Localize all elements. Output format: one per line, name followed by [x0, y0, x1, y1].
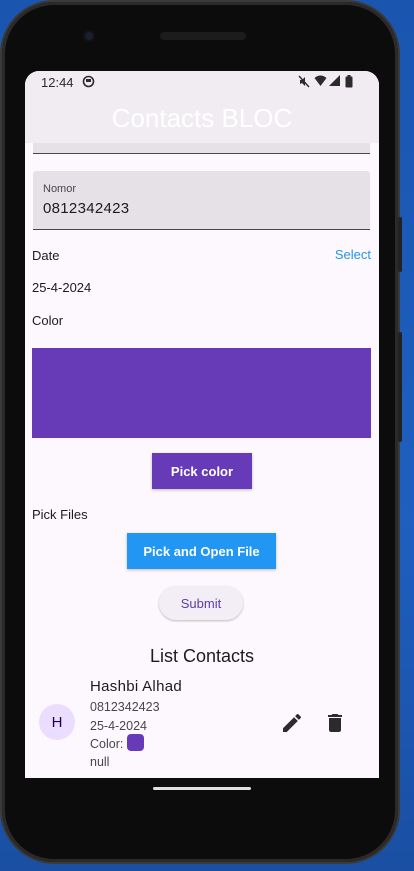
contact-nomor: 0812342423: [90, 700, 160, 714]
status-time: 12:44: [41, 75, 74, 90]
submit-button-label: Submit: [180, 595, 222, 611]
volume-button: [398, 332, 402, 442]
contact-file: null: [90, 755, 110, 769]
pick-color-button-label: Pick color: [170, 463, 234, 479]
contact-name: Hashbi Alhad: [90, 678, 182, 695]
gesture-nav-bar[interactable]: [153, 787, 251, 790]
name-field[interactable]: [33, 143, 370, 154]
front-camera: [83, 30, 95, 42]
delete-icon[interactable]: [323, 711, 347, 735]
select-date-button[interactable]: Select: [335, 247, 371, 262]
contact-date: 25-4-2024: [90, 719, 147, 733]
date-label: Date: [32, 248, 60, 263]
list-contacts-title: List Contacts: [149, 646, 255, 666]
nomor-label: Nomor: [43, 183, 77, 195]
wifi-icon: [314, 75, 327, 90]
pick-open-file-button[interactable]: Pick and Open File: [127, 533, 276, 569]
pick-color-button[interactable]: Pick color: [152, 453, 252, 489]
earpiece-speaker: [160, 32, 246, 40]
nomor-input[interactable]: 0812342423: [43, 200, 129, 217]
contact-color-label: Color:: [90, 737, 124, 751]
pick-files-label: Pick Files: [32, 507, 88, 522]
submit-button[interactable]: Submit: [159, 586, 243, 620]
avatar-initial: H: [51, 713, 63, 731]
app-notification-icon: [82, 75, 95, 91]
edit-icon[interactable]: [280, 711, 304, 735]
form-content: Nomor 0812342423 Date Select 25-4-2024 C…: [25, 143, 379, 778]
avatar: H: [39, 704, 75, 740]
screen: 12:44 Contacts BLOC Nomor 0812342423 Dat…: [25, 71, 379, 778]
app-bar: Contacts BLOC: [25, 95, 379, 143]
contact-color-swatch: [127, 734, 144, 751]
pick-open-file-button-label: Pick and Open File: [143, 543, 260, 559]
phone-frame: 12:44 Contacts BLOC Nomor 0812342423 Dat…: [2, 2, 402, 862]
battery-icon: [345, 75, 353, 91]
date-value: 25-4-2024: [32, 280, 92, 295]
power-button: [398, 217, 402, 272]
color-label: Color: [32, 313, 64, 328]
nomor-field[interactable]: Nomor 0812342423: [33, 171, 370, 230]
app-title: Contacts BLOC: [111, 103, 293, 133]
signal-icon: [329, 75, 341, 90]
selected-color-preview: [32, 348, 371, 438]
status-bar: 12:44: [25, 71, 379, 95]
mute-icon: [298, 75, 310, 91]
